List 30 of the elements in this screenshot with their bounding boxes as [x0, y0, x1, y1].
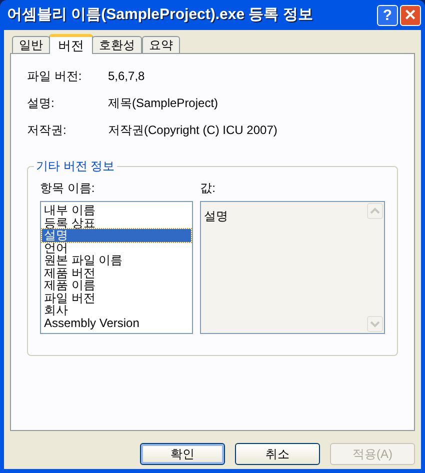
list-item[interactable]: 회사 — [42, 304, 192, 316]
field-label: 파일 버전: — [27, 69, 83, 84]
tab[interactable]: 일반 — [12, 36, 50, 53]
close-button[interactable]: ✕ — [400, 4, 421, 26]
list-item[interactable]: 등록 상표 — [42, 216, 192, 229]
value-label: 값: — [200, 181, 216, 195]
list-label: 항목 이름: — [40, 181, 95, 195]
tab[interactable]: 호환성 — [92, 36, 142, 53]
field-value: 저작권(Copyright (C) ICU 2007) — [108, 123, 278, 138]
list-item[interactable]: 제품 버전 — [42, 266, 192, 279]
list-item[interactable]: 내부 이름 — [42, 204, 192, 216]
field-value: 5,6,7,8 — [108, 69, 145, 84]
field-label: 설명: — [27, 96, 56, 111]
dialog-button[interactable]: 확인 — [140, 443, 225, 465]
tab[interactable]: 버전 — [49, 34, 93, 54]
field-label: 저작권: — [27, 123, 68, 138]
field-value: 제목(SampleProject) — [108, 96, 218, 111]
help-button[interactable]: ? — [377, 4, 398, 26]
value-text: 설명 — [204, 209, 228, 223]
window-title: 어셈블리 이름(SampleProject).exe 등록 정보 — [6, 4, 314, 25]
list-box[interactable]: 내부 이름 등록 상표 설명 언어 원본 파일 이름 제품 버전 제품 이름 파일 버전 회사 Assembly Version — [40, 201, 194, 334]
dialog-button[interactable]: 취소 — [235, 443, 320, 465]
list-item[interactable]: Assembly Version — [42, 316, 192, 329]
list-item[interactable]: 설명 — [42, 229, 192, 242]
group-title: 기타 버전 정보 — [34, 158, 117, 174]
list-item[interactable]: 언어 — [42, 242, 192, 254]
tab[interactable]: 요약 — [142, 36, 180, 53]
list-item[interactable]: 제품 이름 — [42, 279, 192, 292]
list-item[interactable]: 원본 파일 이름 — [42, 254, 192, 266]
list-item[interactable]: 파일 버전 — [42, 292, 192, 304]
